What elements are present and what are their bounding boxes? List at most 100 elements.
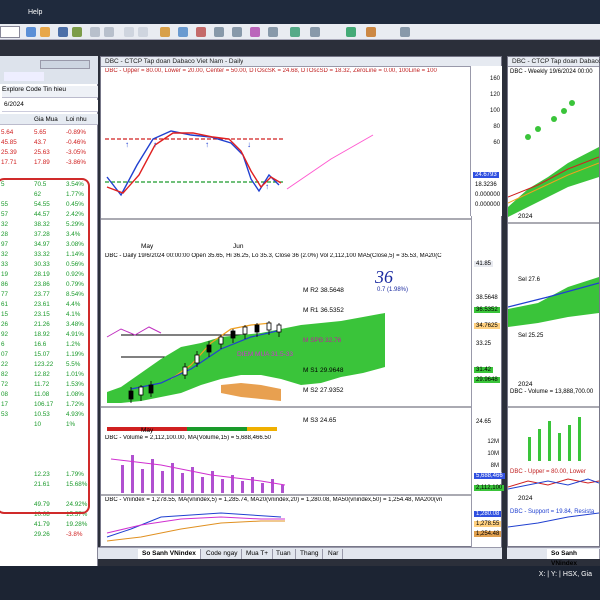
- price-change: 0.7 (1.98%): [377, 287, 409, 293]
- cell-c3: -3.8%: [66, 531, 83, 538]
- mid-tag-zero-2: 0.000000: [473, 202, 503, 208]
- tab-tuan[interactable]: Tuan: [272, 549, 296, 559]
- settings-icon[interactable]: [268, 27, 278, 37]
- table-row[interactable]: 25.39 25.63 -3.05%: [0, 148, 98, 158]
- pivot-s1: M S1 29.9648: [303, 367, 344, 374]
- status-text: X: | Y: | HSX, Gia: [538, 571, 592, 578]
- workspace-strip: [0, 40, 600, 56]
- tab-thang[interactable]: Thang: [296, 549, 324, 559]
- alert-icon[interactable]: [160, 27, 170, 37]
- weekly-volume-params: DBC - Volume = 13,888,700.00: [510, 389, 594, 395]
- cell-c3: -0.89%: [66, 129, 86, 136]
- layout-icon[interactable]: [232, 27, 242, 37]
- stop-icon[interactable]: [366, 27, 376, 37]
- cell-c1: 45.85: [1, 139, 17, 146]
- weekly-osc-params: DBC - Upper = 80.00, Lower: [510, 469, 586, 475]
- color-icon[interactable]: [250, 27, 260, 37]
- cell-c2: 43.7: [34, 139, 47, 146]
- tab-mua-t[interactable]: Mua T+: [242, 549, 274, 559]
- tab-nar[interactable]: Nar: [324, 549, 344, 559]
- highlight-box: [0, 178, 90, 514]
- open-icon[interactable]: [26, 27, 36, 37]
- axis-vni-1: 1,280.08: [474, 511, 502, 517]
- help-icon[interactable]: [400, 27, 410, 37]
- refresh-icon[interactable]: [290, 27, 300, 37]
- mid-tag-sd: 18.3236: [473, 182, 499, 188]
- chart-tabs: So Sanh VNindex Code ngay Mua T+ Tuan Th…: [98, 547, 502, 559]
- pivot-r2: M R2 38.5648: [303, 287, 344, 294]
- table-row[interactable]: 45.85 43.7 -0.46%: [0, 138, 98, 148]
- tab-so-sanh-vnindex[interactable]: So Sanh VNindex: [138, 549, 201, 559]
- volume-params: DBC - Volume = 2,112,100.00, MA(Volume,1…: [105, 435, 271, 441]
- price-params: DBC - Daily 19/6/2024 00:00:00 Open 35.6…: [105, 253, 442, 259]
- month-may: May: [141, 243, 154, 250]
- axis-vol-10m: 10M: [487, 451, 499, 457]
- status-bar: [0, 566, 600, 600]
- osc-params: DBC - Upper = 80.00, Lower = 20.00, Cent…: [105, 68, 437, 74]
- cell-c2: 17.89: [34, 159, 50, 166]
- pivot-s3: M S3 24.65: [303, 417, 337, 424]
- axis-price-3: 36.5352: [474, 307, 500, 313]
- axis-vni-3: 1,254.48: [474, 531, 502, 537]
- draw-icon[interactable]: [90, 27, 100, 37]
- mid-axis-120: 120: [489, 92, 500, 98]
- axis-vol-last: 2,112,100: [474, 485, 505, 491]
- axis-vol-8m: 8M: [490, 463, 499, 469]
- axis-price-8: 24.65: [474, 419, 494, 425]
- chart-icon[interactable]: [58, 27, 68, 37]
- indicator-icon[interactable]: [72, 27, 82, 37]
- ichimoku-label-1: Sel 27.6: [518, 277, 541, 283]
- toolbar: [0, 24, 600, 40]
- window-icon[interactable]: [310, 27, 320, 37]
- play-icon[interactable]: [346, 27, 356, 37]
- weekly-chart-window: DBC - CTCP Tap doan Dabaco Viet Nam DBC …: [507, 56, 600, 547]
- cell-c3: -3.05%: [66, 149, 86, 156]
- print-icon[interactable]: [214, 27, 224, 37]
- mid-tag-sk: 24.6793: [473, 172, 499, 178]
- axis-vni-2: 1,278.55: [474, 521, 502, 527]
- weekly-year-3: 2024: [518, 495, 533, 502]
- tab-weekly-so-sanh[interactable]: So Sanh VNindex: [547, 549, 600, 567]
- weekly-year-2: 2024: [518, 381, 533, 388]
- month-jun: Jun: [233, 243, 244, 250]
- diem-mua-label: DIEM MUA 31.5-33: [237, 351, 293, 358]
- menu-help[interactable]: Help: [28, 9, 42, 16]
- svg-text:↑: ↑: [205, 140, 209, 149]
- axis-price-2: 38.5648: [474, 295, 500, 301]
- weekly-year-1: 2024: [518, 213, 533, 220]
- cell-c1: 17.71: [1, 159, 17, 166]
- pivot-spb: M SPB 32.76: [303, 337, 342, 344]
- axis-price-5: 33.25: [474, 341, 494, 347]
- zoom-in-icon[interactable]: [124, 27, 134, 37]
- tab-code-ngay[interactable]: Code ngay: [202, 549, 243, 559]
- table-row[interactable]: 5.64 5.65 -0.89%: [0, 128, 98, 138]
- table-row[interactable]: 41.79 19.28%: [0, 520, 98, 530]
- weekly-chart-svg[interactable]: [508, 77, 599, 548]
- zoom-out-icon[interactable]: [138, 27, 148, 37]
- cell-c3: -3.86%: [66, 159, 86, 166]
- axis-vol-12m: 12M: [487, 439, 499, 445]
- mid-tag-zero: 0.000000: [473, 192, 503, 198]
- cell-c1: 5.64: [1, 129, 14, 136]
- cell-c2: 29.26: [34, 531, 50, 538]
- folder-icon[interactable]: [40, 27, 50, 37]
- main-chart-svg[interactable]: ↑ ↑ ↑ ↓ ↑: [101, 67, 501, 548]
- line-icon[interactable]: [104, 27, 114, 37]
- explorer-panel: Explore Code Tin hieu 6/2024 Gia Mua Loi…: [0, 56, 98, 566]
- record-icon[interactable]: [196, 27, 206, 37]
- support-params: DBC - Support = 19.84, Resista: [510, 509, 595, 515]
- symbol-input[interactable]: [0, 26, 20, 38]
- pivot-s2: M S2 27.9352: [303, 387, 344, 394]
- cell-c2: 5.65: [34, 129, 47, 136]
- title-bar: Help: [0, 0, 600, 24]
- table-row[interactable]: 29.26 -3.8%: [0, 530, 98, 540]
- cell-c2: 25.63: [34, 149, 50, 156]
- oscillator-axis[interactable]: 160 120 100 80 60 24.6793 18.3236 0.0000…: [470, 66, 503, 216]
- table-row[interactable]: 17.71 17.89 -3.86%: [0, 158, 98, 168]
- weekly-tabs: So Sanh VNindex: [507, 547, 600, 567]
- vnindex-params: DBC - Vnindex = 1,278.55, MA(vnindex,5) …: [105, 497, 443, 503]
- scan-icon[interactable]: [178, 27, 188, 37]
- axis-price-6: 31.42: [474, 367, 494, 373]
- mid-axis-100: 100: [489, 108, 500, 114]
- ichimoku-label-2: Sel 25.25: [518, 333, 544, 339]
